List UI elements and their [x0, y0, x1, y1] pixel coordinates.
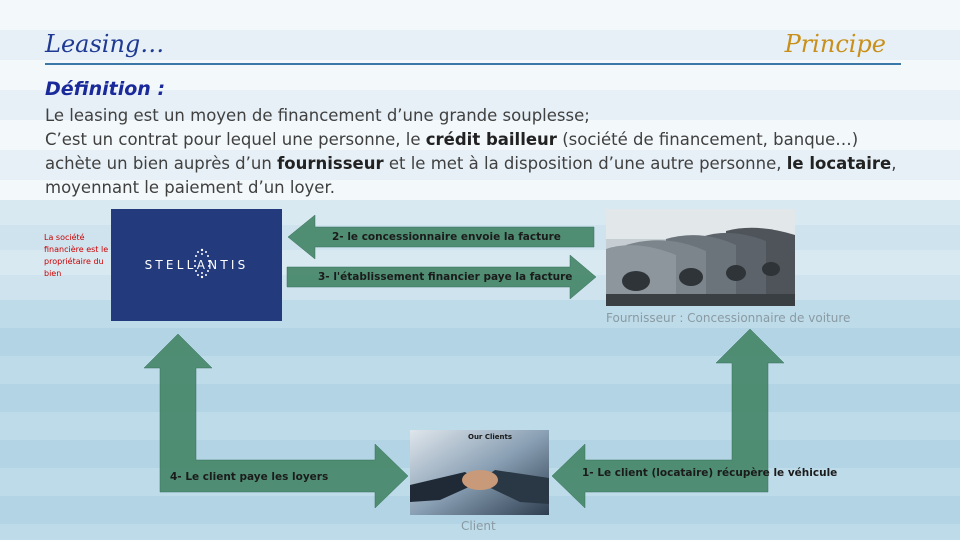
arrow-1-label: 1- Le client (locataire) récupère le véh…	[582, 467, 838, 479]
arrow-3-label: 3- l'établissement financier paye la fac…	[318, 271, 573, 283]
arrow-2-label: 2- le concessionnaire envoie la facture	[332, 231, 561, 243]
arrow-1-loop	[551, 328, 785, 509]
flow-arrows	[143, 214, 785, 509]
arrow-4-label: 4- Le client paye les loyers	[170, 471, 329, 483]
